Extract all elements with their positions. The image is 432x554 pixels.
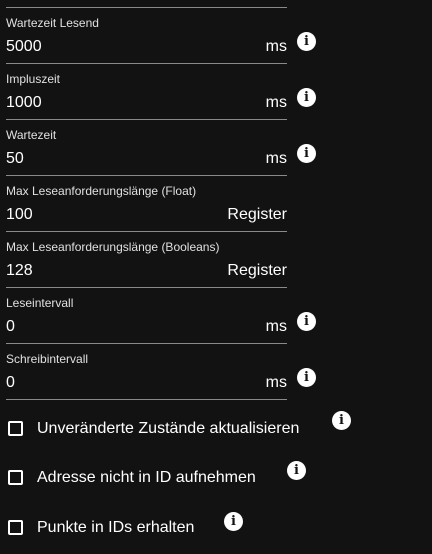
checkbox-icon[interactable] [8,520,23,535]
field-unit: ms [265,318,287,335]
field-label: Schreibintervall [6,352,89,366]
info-icon[interactable]: i [224,512,243,531]
max-read-length-float-field[interactable]: Max Leseanforderungslänge (Float) 100 Re… [6,176,287,232]
leseintervall-field[interactable]: Leseintervall 0 ms [6,288,287,344]
field-value[interactable]: 5000 [6,38,42,56]
field-unit: ms [265,38,287,55]
field-value[interactable]: 0 [6,318,15,336]
field-value[interactable]: 0 [6,374,15,392]
field-label: Max Leseanforderungslänge (Booleans) [6,240,220,254]
checkbox-icon[interactable] [8,421,23,436]
field-label: Wartezeit Lesend [6,16,99,30]
info-icon[interactable]: i [297,32,316,51]
field-unit: ms [265,374,287,391]
info-icon[interactable]: i [297,368,316,387]
checkbox-label[interactable]: Punkte in IDs erhalten [37,518,194,538]
info-icon[interactable]: i [297,88,316,107]
wartezeit-field[interactable]: Wartezeit 50 ms [6,120,287,176]
field-label: Leseintervall [6,296,74,310]
impluszeit-field[interactable]: Impluszeit 1000 ms [6,64,287,120]
field-value[interactable]: 1000 [6,94,42,112]
field-value[interactable]: 128 [6,262,33,280]
info-icon[interactable]: i [287,461,306,480]
field-unit: Register [227,262,287,279]
checkbox-label[interactable]: Adresse nicht in ID aufnehmen [37,468,256,488]
field-underline [6,399,287,400]
info-icon[interactable]: i [297,144,316,163]
info-icon[interactable]: i [297,312,316,331]
field-value[interactable]: 50 [6,150,24,168]
field-label: Max Leseanforderungslänge (Float) [6,184,197,198]
max-read-length-booleans-field[interactable]: Max Leseanforderungslänge (Booleans) 128… [6,232,287,288]
field-label: Impluszeit [6,72,61,86]
settings-panel: Wartezeit Lesend 5000 ms i Impluszeit 10… [0,0,432,554]
field-label: Wartezeit [6,128,57,142]
field-unit: ms [265,150,287,167]
checkbox-icon[interactable] [8,470,23,485]
field-unit: Register [227,206,287,223]
field-unit: ms [265,94,287,111]
field-value[interactable]: 100 [6,206,33,224]
info-icon[interactable]: i [332,411,351,430]
wartezeit-lesend-field[interactable]: Wartezeit Lesend 5000 ms [6,8,287,64]
schreibintervall-field[interactable]: Schreibintervall 0 ms [6,344,287,400]
checkbox-label[interactable]: Unveränderte Zustände aktualisieren [37,419,299,439]
